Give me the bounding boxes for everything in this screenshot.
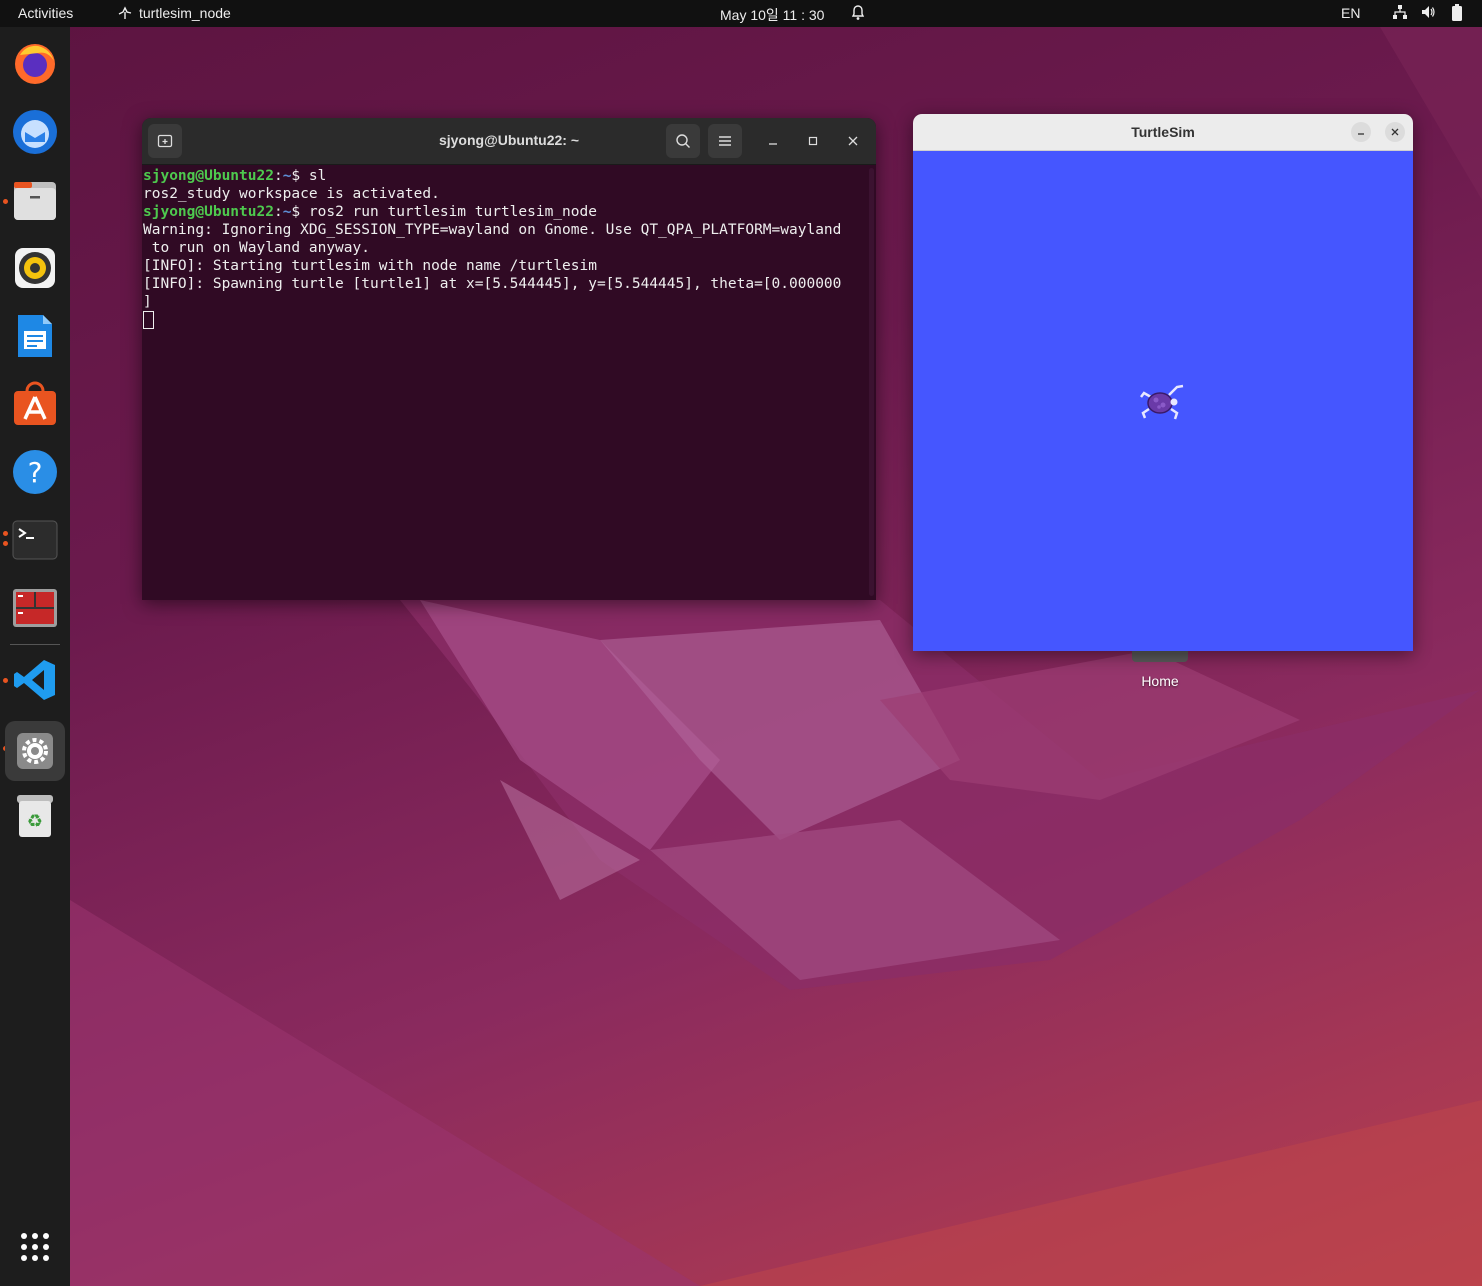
trash-icon: ♻ bbox=[17, 795, 53, 837]
turtle-icon bbox=[1140, 384, 1184, 420]
prompt-line: sjyong@Ubuntu22:~$ sl bbox=[143, 168, 327, 184]
minimize-icon bbox=[769, 143, 777, 145]
minimize-button[interactable] bbox=[763, 131, 783, 151]
dock-item-files[interactable] bbox=[9, 174, 61, 226]
turtlesim-title: TurtleSim bbox=[1131, 124, 1195, 140]
network-icon[interactable] bbox=[1392, 4, 1408, 23]
turtlesim-header-bar[interactable]: TurtleSim bbox=[913, 114, 1413, 151]
text-cursor bbox=[143, 311, 154, 329]
turtlesim-minimize-button[interactable] bbox=[1351, 122, 1371, 142]
output-line: Warning: Ignoring XDG_SESSION_TYPE=wayla… bbox=[143, 222, 842, 238]
turtlesim-canvas bbox=[913, 151, 1413, 651]
home-folder-label[interactable]: Home bbox=[1120, 673, 1200, 689]
settings-icon bbox=[17, 733, 53, 769]
terminal-output[interactable]: sjyong@Ubuntu22:~$ sl ros2_study workspa… bbox=[143, 167, 865, 597]
activities-button[interactable]: Activities bbox=[18, 5, 73, 21]
home-folder-icon[interactable] bbox=[1132, 650, 1188, 662]
dock-item-terminal[interactable] bbox=[9, 514, 61, 566]
help-icon: ? bbox=[13, 450, 57, 494]
dock-item-thunderbird[interactable] bbox=[9, 106, 61, 158]
top-bar: Activities turtlesim_node May 10일 11 : 3… bbox=[0, 0, 1482, 27]
turtlesim-window[interactable]: TurtleSim bbox=[913, 114, 1413, 651]
dock-item-writer[interactable] bbox=[9, 310, 61, 362]
terminator-icon bbox=[13, 589, 57, 627]
minimize-icon bbox=[1358, 133, 1364, 135]
maximize-button[interactable] bbox=[803, 131, 823, 151]
terminal-icon bbox=[12, 520, 58, 560]
dock-item-trash[interactable]: ♻ bbox=[9, 790, 61, 842]
dock-item-firefox[interactable] bbox=[9, 38, 61, 90]
dock-item-vscode[interactable] bbox=[9, 654, 61, 706]
menu-button[interactable] bbox=[708, 124, 742, 158]
app-grid-icon bbox=[21, 1233, 49, 1261]
terminal-window[interactable]: sjyong@Ubuntu22: ~ sjyong@Ubuntu22:~$ sl… bbox=[142, 118, 876, 600]
app-menu[interactable]: turtlesim_node bbox=[117, 5, 231, 21]
search-button[interactable] bbox=[666, 124, 700, 158]
turtlesim-app-icon bbox=[118, 6, 132, 19]
maximize-icon bbox=[808, 136, 818, 146]
show-apps-button[interactable] bbox=[20, 1232, 50, 1262]
close-icon bbox=[1391, 128, 1399, 136]
battery-icon[interactable] bbox=[1451, 4, 1463, 24]
output-line: [INFO]: Spawning turtle [turtle1] at x=[… bbox=[143, 276, 842, 292]
language-indicator[interactable]: EN bbox=[1341, 5, 1360, 21]
close-button[interactable] bbox=[843, 131, 863, 151]
output-line: [INFO]: Starting turtlesim with node nam… bbox=[143, 258, 597, 274]
vscode-icon bbox=[14, 660, 55, 700]
turtlesim-close-button[interactable] bbox=[1385, 122, 1405, 142]
firefox-icon bbox=[15, 44, 55, 84]
search-icon bbox=[676, 134, 690, 148]
volume-icon[interactable] bbox=[1420, 4, 1436, 23]
dock-item-rhythmbox[interactable] bbox=[9, 242, 61, 294]
hamburger-menu-icon bbox=[719, 136, 731, 146]
dock-item-help[interactable]: ? bbox=[9, 446, 61, 498]
terminal-header-bar[interactable]: sjyong@Ubuntu22: ~ bbox=[142, 118, 876, 165]
terminal-scrollbar[interactable] bbox=[869, 168, 874, 596]
output-line: ] bbox=[143, 294, 152, 310]
writer-icon bbox=[18, 315, 52, 357]
dock-item-settings[interactable] bbox=[5, 721, 65, 781]
software-icon bbox=[14, 381, 56, 425]
bell-icon[interactable] bbox=[850, 3, 866, 24]
files-icon bbox=[14, 182, 56, 220]
dock: ? ♻ bbox=[0, 27, 70, 1286]
dock-item-terminator[interactable] bbox=[9, 582, 61, 634]
close-icon bbox=[848, 136, 858, 146]
output-line: to run on Wayland anyway. bbox=[143, 240, 370, 256]
dock-item-software[interactable] bbox=[9, 378, 61, 430]
command-text: sl bbox=[308, 168, 327, 184]
thunderbird-icon bbox=[13, 110, 57, 154]
svg-text:?: ? bbox=[28, 456, 43, 489]
command-text: ros2 run turtlesim turtlesim_node bbox=[308, 204, 597, 220]
clock[interactable]: May 10일 11 : 30 bbox=[720, 5, 824, 25]
svg-text:♻: ♻ bbox=[27, 811, 43, 832]
rhythmbox-icon bbox=[15, 248, 55, 288]
prompt-line: sjyong@Ubuntu22:~$ ros2 run turtlesim tu… bbox=[143, 204, 597, 220]
app-name-label: turtlesim_node bbox=[139, 5, 231, 21]
output-line: ros2_study workspace is activated. bbox=[143, 186, 440, 202]
